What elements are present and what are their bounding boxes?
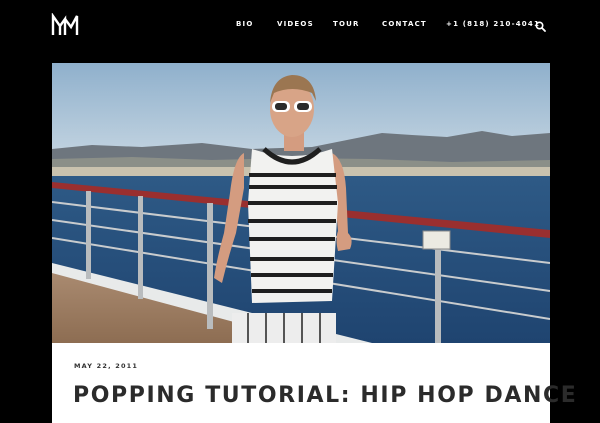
post-title[interactable]: POPPING TUTORIAL: HIP HOP DANCE — [73, 383, 577, 408]
nav-videos[interactable]: VIDEOS — [277, 19, 314, 29]
nav-contact[interactable]: CONTACT — [382, 19, 427, 29]
main-nav: BIO VIDEOS TOUR CONTACT +1 (818) 210-404… — [0, 19, 600, 31]
dancer-on-ship-deck-image — [52, 63, 550, 343]
search-icon — [535, 21, 546, 32]
post-date: MAY 22, 2011 — [74, 362, 139, 370]
search-button[interactable] — [535, 17, 546, 32]
nav-phone[interactable]: +1 (818) 210-4041 — [446, 19, 540, 29]
video-thumbnail[interactable] — [52, 63, 550, 343]
nav-bio[interactable]: BIO — [236, 19, 254, 29]
site-header: BIO VIDEOS TOUR CONTACT +1 (818) 210-404… — [0, 0, 600, 52]
blog-post-card: MAY 22, 2011 POPPING TUTORIAL: HIP HOP D… — [52, 63, 576, 423]
nav-tour[interactable]: TOUR — [333, 19, 360, 29]
